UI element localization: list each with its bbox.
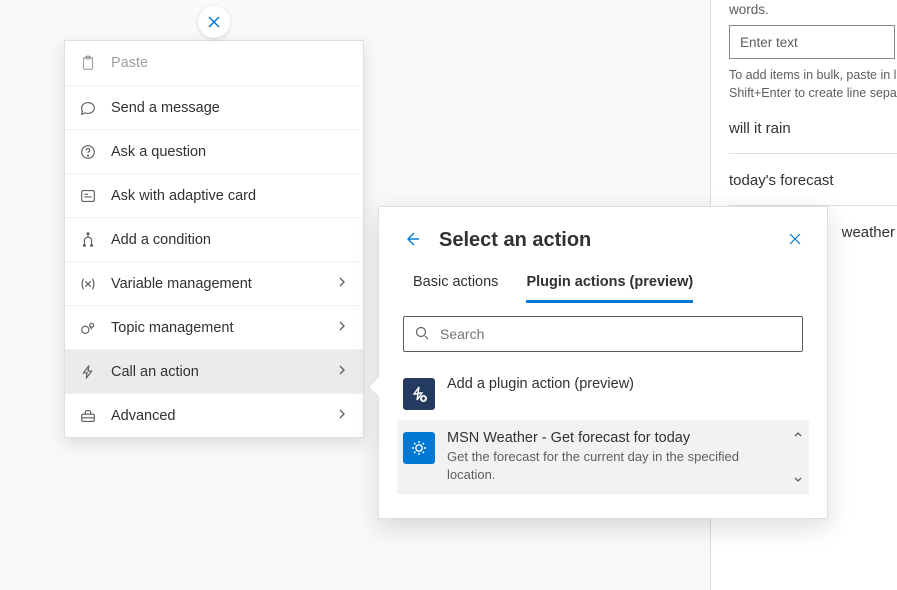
action-title: MSN Weather - Get forecast for today: [447, 430, 767, 446]
menu-item-label: Variable management: [111, 276, 252, 292]
menu-item-label: Send a message: [111, 100, 220, 116]
scroll-down-icon[interactable]: [793, 472, 805, 488]
tab-basic-actions[interactable]: Basic actions: [413, 268, 498, 302]
variable-icon: [79, 275, 101, 293]
menu-item-label: Ask with adaptive card: [111, 188, 256, 204]
menu-item-label: Add a condition: [111, 232, 211, 248]
bolt-icon: [79, 363, 101, 381]
partial-text: words.: [729, 0, 897, 17]
menu-item-send-message[interactable]: Send a message: [65, 85, 363, 129]
branch-icon: [79, 231, 101, 249]
enter-text-input[interactable]: Enter text: [729, 25, 895, 59]
action-title: Add a plugin action (preview): [447, 376, 634, 392]
menu-item-paste: Paste: [65, 41, 363, 85]
input-placeholder: Enter text: [740, 35, 798, 50]
weather-icon: [403, 432, 435, 464]
tab-plugin-actions[interactable]: Plugin actions (preview): [526, 268, 693, 303]
panel-title: Select an action: [439, 229, 591, 252]
hint-text: To add items in bulk, paste in li Shift+…: [729, 67, 897, 102]
menu-item-variable-mgmt[interactable]: Variable management: [65, 261, 363, 305]
trigger-phrase[interactable]: today's forecast: [729, 154, 897, 206]
action-item-msn-weather[interactable]: MSN Weather - Get forecast for today Get …: [397, 420, 809, 494]
chevron-right-icon: [335, 363, 349, 380]
arrow-left-icon: [403, 230, 421, 248]
menu-item-label: Paste: [111, 55, 148, 71]
menu-item-label: Advanced: [111, 408, 176, 424]
menu-item-label: Call an action: [111, 364, 199, 380]
plugin-add-icon: [403, 378, 435, 410]
clipboard-icon: [79, 54, 101, 72]
chevron-right-icon: [335, 319, 349, 336]
chat-icon: [79, 99, 101, 117]
action-item-add-plugin[interactable]: Add a plugin action (preview): [397, 366, 809, 420]
search-input[interactable]: [438, 325, 792, 343]
search-icon: [414, 325, 430, 344]
chevron-right-icon: [335, 275, 349, 292]
menu-item-advanced[interactable]: Advanced: [65, 393, 363, 437]
trigger-phrase[interactable]: will it rain: [729, 102, 897, 154]
menu-item-topic-mgmt[interactable]: Topic management: [65, 305, 363, 349]
question-icon: [79, 143, 101, 161]
menu-item-label: Ask a question: [111, 144, 206, 160]
select-action-panel: Select an action Basic actions Plugin ac…: [378, 206, 828, 519]
menu-item-add-condition[interactable]: Add a condition: [65, 217, 363, 261]
card-icon: [79, 187, 101, 205]
menu-item-ask-adaptive[interactable]: Ask with adaptive card: [65, 173, 363, 217]
menu-item-label: Topic management: [111, 320, 234, 336]
menu-item-call-action[interactable]: Call an action: [65, 349, 363, 393]
close-icon: [206, 14, 222, 30]
close-node-button[interactable]: [198, 6, 230, 38]
toolbox-icon: [79, 407, 101, 425]
panel-header: Select an action: [379, 207, 827, 268]
action-tabs: Basic actions Plugin actions (preview): [379, 268, 827, 302]
action-list: Add a plugin action (preview) MSN Weather…: [379, 352, 827, 494]
action-description: Get the forecast for the current day in …: [447, 448, 767, 484]
topic-icon: [79, 319, 101, 337]
add-node-menu: Paste Send a message Ask a question Ask wit…: [64, 40, 364, 438]
menu-item-ask-question[interactable]: Ask a question: [65, 129, 363, 173]
chevron-right-icon: [335, 407, 349, 424]
action-search[interactable]: [403, 316, 803, 352]
close-panel-button[interactable]: [787, 231, 803, 250]
close-icon: [787, 231, 803, 247]
scroll-up-icon[interactable]: [793, 426, 805, 442]
back-button[interactable]: [403, 230, 421, 251]
